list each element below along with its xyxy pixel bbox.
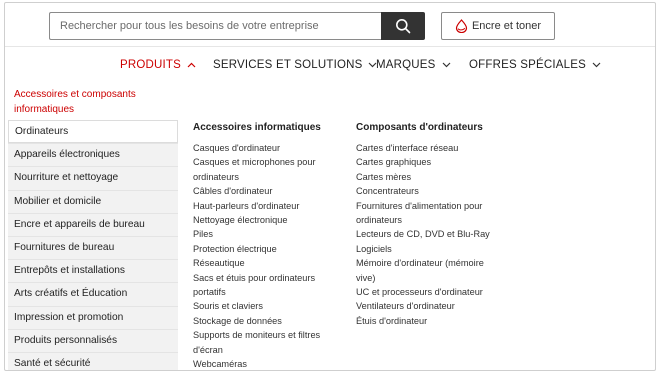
chevron-up-icon (187, 62, 196, 68)
nav-item-offres[interactable]: OFFRES SPÉCIALES (469, 59, 601, 71)
column-link[interactable]: Sacs et étuis pour ordinateurs (193, 271, 343, 285)
column-link[interactable]: Souris et claviers (193, 299, 343, 313)
menu-column-components: Composants d'ordinateurs Cartes d'interf… (356, 121, 506, 328)
sidebar-item[interactable]: Appareils électroniques (8, 143, 178, 167)
column-link[interactable]: Câbles d'ordinateur (193, 184, 343, 198)
sidebar-item[interactable]: Ordinateurs (8, 120, 178, 144)
column-link[interactable]: Étuis d'ordinateur (356, 314, 506, 328)
column-link[interactable]: Cartes d'interface réseau (356, 141, 506, 155)
column-link[interactable]: Supports de moniteurs et filtres (193, 328, 343, 342)
column-links: Casques d'ordinateur Casques et microphon… (193, 141, 343, 370)
column-link[interactable]: ordinateurs (356, 213, 506, 227)
nav-item-label: SERVICES ET SOLUTIONS (213, 59, 363, 71)
column-link[interactable]: Haut-parleurs d'ordinateur (193, 199, 343, 213)
column-link[interactable]: Fournitures d'alimentation pour (356, 199, 506, 213)
column-link[interactable]: Lecteurs de CD, DVD et Blu-Ray (356, 227, 506, 241)
chevron-down-icon (592, 62, 601, 68)
column-link[interactable]: Mémoire d'ordinateur (mémoire (356, 256, 506, 270)
search-button[interactable] (381, 12, 425, 40)
column-title[interactable]: Composants d'ordinateurs (356, 121, 506, 134)
ink-toner-label: Encre et toner (471, 20, 542, 32)
nav-item-label: MARQUES (376, 59, 436, 71)
search-input[interactable] (49, 12, 383, 40)
column-link[interactable]: Piles (193, 227, 343, 241)
column-link[interactable]: portatifs (193, 285, 343, 299)
column-link[interactable]: Concentrateurs (356, 184, 506, 198)
sidebar-item[interactable]: Nourriture et nettoyage (8, 166, 178, 190)
page-frame: Encre et toner PRODUITS SERVICES ET SOLU… (4, 2, 656, 371)
column-link[interactable]: Webcaméras (193, 357, 343, 370)
column-link[interactable]: ordinateurs (193, 170, 343, 184)
column-link[interactable]: vive) (356, 271, 506, 285)
column-link[interactable]: Cartes mères (356, 170, 506, 184)
nav-item-services[interactable]: SERVICES ET SOLUTIONS (213, 59, 377, 71)
sidebar-item[interactable]: Entrepôts et installations (8, 259, 178, 283)
nav-item-label: OFFRES SPÉCIALES (469, 59, 586, 71)
category-sidebar: Ordinateurs Appareils électroniques Nour… (8, 120, 178, 370)
sidebar-item[interactable]: Mobilier et domicile (8, 189, 178, 213)
sidebar-item[interactable]: Produits personnalisés (8, 328, 178, 352)
column-link[interactable]: Stockage de données (193, 314, 343, 328)
column-link[interactable]: UC et processeurs d'ordinateur (356, 285, 506, 299)
sidebar-item[interactable]: Arts créatifs et Éducation (8, 282, 178, 306)
sidebar-item[interactable]: Impression et promotion (8, 305, 178, 329)
ink-toner-button[interactable]: Encre et toner (441, 12, 555, 40)
menu-column-accessories: Accessoires informatiques Casques d'ordi… (193, 121, 343, 370)
sidebar-item[interactable]: Fournitures de bureau (8, 235, 178, 260)
main-nav: PRODUITS SERVICES ET SOLUTIONS MARQUES O… (5, 52, 655, 80)
column-link[interactable]: Casques d'ordinateur (193, 141, 343, 155)
top-bar: Encre et toner (5, 3, 655, 47)
ink-drop-icon (455, 19, 468, 33)
column-title[interactable]: Accessoires informatiques (193, 121, 343, 134)
sidebar-heading[interactable]: Accessoires et composants informatiques (14, 87, 174, 117)
nav-item-label: PRODUITS (120, 59, 182, 71)
column-link[interactable]: Casques et microphones pour (193, 155, 343, 169)
chevron-down-icon (442, 62, 450, 68)
sidebar-item[interactable]: Encre et appareils de bureau (8, 212, 178, 236)
column-link[interactable]: Nettoyage électronique (193, 213, 343, 227)
nav-item-marques[interactable]: MARQUES (376, 59, 451, 71)
nav-item-produits[interactable]: PRODUITS (120, 59, 196, 71)
column-links: Cartes d'interface réseau Cartes graphiqu… (356, 141, 506, 328)
column-link[interactable]: d'écran (193, 343, 343, 357)
sidebar-item[interactable]: Santé et sécurité (8, 351, 178, 370)
column-link[interactable]: Cartes graphiques (356, 155, 506, 169)
column-link[interactable]: Ventilateurs d'ordinateur (356, 299, 506, 313)
column-link[interactable]: Protection électrique (193, 242, 343, 256)
column-link[interactable]: Réseautique (193, 256, 343, 270)
column-link[interactable]: Logiciels (356, 242, 506, 256)
search-icon (396, 19, 411, 34)
